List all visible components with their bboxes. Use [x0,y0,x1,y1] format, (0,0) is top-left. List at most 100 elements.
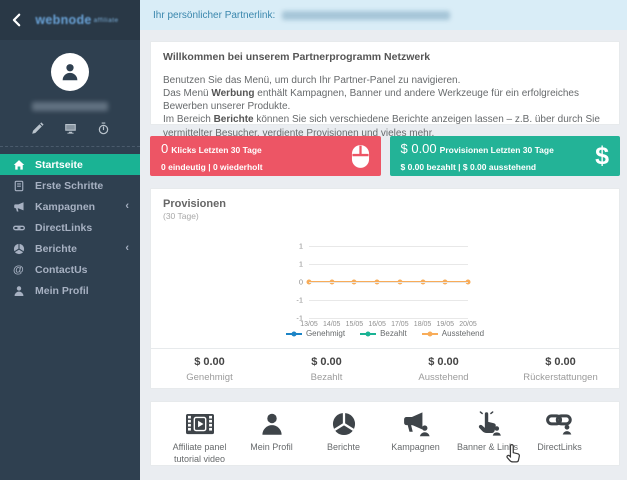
megaphone-icon [13,201,25,213]
total-value: $ 0.00 [428,355,459,368]
pencil-icon[interactable] [31,122,44,135]
avatar [51,53,89,91]
commissions-card: $ 0.00 Provisionen Letzten 30 Tage $ 0.00… [389,136,620,176]
partner-link-value-blurred[interactable] [282,10,451,20]
profile-quick-actions [0,122,140,135]
gridline [309,300,468,301]
brand-logo: webnode affiliate [35,13,119,27]
y-tick-label: 1 [298,259,303,269]
clicks-value: 0 [161,141,169,157]
shortcut-label: Affiliate panel tutorial video [172,442,227,464]
shortcut-affiliate-panel-tutorial-video[interactable]: Affiliate panel tutorial video [165,411,234,465]
y-tick-label: -1 [296,313,303,323]
legend-item-genehmigt[interactable]: Genehmigt [285,329,346,338]
total-label: Bezahlt [310,371,343,383]
sidebar-item-label: Berichte [35,242,78,255]
sidebar-menu: Startseite Erste Schritte Kampagnen ‹ Direct… [0,154,140,301]
clicks-label: Klicks Letzten 30 Tage [171,145,262,156]
username-blurred [32,102,108,111]
total-label: Rückerstattungen [523,371,598,383]
x-tick-label: 19/05 [436,321,455,328]
clicks-card: 0 Klicks Letzten 30 Tage 0 eindeutig | 0 … [150,136,381,176]
brand-suffix: affiliate [93,17,119,24]
sidebar-item-directlinks[interactable]: DirectLinks [0,217,140,238]
gridline [309,282,468,283]
legend-label: Bezahlt [380,329,407,338]
commissions-value: $ 0.00 [400,141,437,157]
sidebar-item-label: ContactUs [35,263,88,276]
chart-plot-area: 13/05 14/05 15/05 16/05 17/05 18/05 19/05 20/05… [282,242,476,329]
sidebar-item-label: Mein Profil [35,284,89,297]
legend-item-bezahlt[interactable]: Bezahlt [360,329,407,338]
shortcut-berichte[interactable]: Berichte [309,411,378,454]
hand-click-icon [474,411,502,437]
total-label: Ausstehend [418,371,469,383]
stat-cards-row: 0 Klicks Letzten 30 Tage 0 eindeutig | 0 … [150,136,620,176]
profile-section [0,40,140,147]
chart-title: Provisionen [163,198,226,210]
book-icon [13,180,25,192]
sidebar-item-contactus[interactable]: @ ContactUs [0,259,140,280]
y-tick-label: -1 [296,295,303,305]
megaphone-person-icon [402,411,430,437]
total-genehmigt: $ 0.00 Genehmigt [151,356,268,383]
sidebar-header: webnode affiliate [0,0,140,40]
total-value: $ 0.00 [194,355,225,368]
gridline [309,264,468,265]
gridline [309,246,468,247]
chevron-left-icon: ‹ [125,242,129,254]
shortcut-kampagnen[interactable]: Kampagnen [381,411,450,454]
sidebar-item-label: Kampagnen [35,200,96,213]
y-tick-label: 1 [298,241,303,251]
sidebar-item-label: Erste Schritte [35,179,104,192]
x-tick-label: 14/05 [322,321,341,328]
gridline [309,318,468,319]
sidebar-item-erste-schritte[interactable]: Erste Schritte [0,175,140,196]
main-content: Willkommen bei unserem Partnerprogramm N… [150,30,620,466]
legend-label: Genehmigt [305,329,346,338]
shortcut-directlinks[interactable]: DirectLinks [525,411,594,454]
commissions-sub: $ 0.00 bezahlt | $ 0.00 ausstehend [400,162,537,173]
x-tick-label: 15/05 [345,321,364,328]
total-label: Genehmigt [186,371,233,383]
totals-row: $ 0.00 Genehmigt $ 0.00 Bezahlt $ 0.00 Ausste… [151,349,619,389]
shortcut-label: Kampagnen [391,442,440,452]
welcome-line1: Benutzen Sie das Menü, um durch Ihr Part… [163,74,461,86]
x-tick-label: 20/05 [459,321,477,328]
legend-marker [421,331,438,336]
legend-marker [285,331,302,336]
partner-link-label: Ihr persönlicher Partnerlink: [153,9,276,21]
provisionen-chart-panel: Provisionen (30 Tage) 13/05 14/05 15/05 16/… [150,188,620,389]
chart-legend: Genehmigt Bezahlt Ausstehend [151,329,619,338]
monitor-icon[interactable] [64,122,77,135]
sidebar: webnode affiliate Startseite Erste Schritt… [0,0,140,480]
sidebar-item-kampagnen[interactable]: Kampagnen ‹ [0,196,140,217]
total-value: $ 0.00 [311,355,342,368]
pie-icon [330,411,358,437]
shortcut-label: DirectLinks [537,442,582,452]
sidebar-item-startseite[interactable]: Startseite [0,154,140,175]
back-chevron-icon[interactable] [10,13,24,27]
total-r-ckerstattungen: $ 0.00 Rückerstattungen [502,356,619,383]
stopwatch-icon[interactable] [97,122,110,135]
user-icon [258,411,286,437]
home-icon [13,159,25,171]
shortcut-label: Berichte [326,442,361,452]
total-ausstehend: $ 0.00 Ausstehend [385,356,502,383]
shortcut-label: Mein Profil [250,442,293,452]
sidebar-item-berichte[interactable]: Berichte ‹ [0,238,140,259]
shortcut-label: Banner & Links [456,442,519,452]
user-icon [60,62,80,82]
shortcut-banner-links[interactable]: Banner & Links [453,411,522,454]
links-icon [13,222,25,234]
x-tick-label: 17/05 [391,321,409,328]
welcome-line2: Das Menü Werbung enthält Kampagnen, Bann… [163,88,579,113]
sidebar-item-mein-profil[interactable]: Mein Profil [0,280,140,301]
at-icon: @ [13,263,24,276]
shortcut-mein-profil[interactable]: Mein Profil [237,411,306,454]
welcome-title: Willkommen bei unserem Partnerprogramm N… [163,51,431,63]
topbar: Ihr persönlicher Partnerlink: [140,0,627,30]
legend-item-ausstehend[interactable]: Ausstehend [421,329,484,338]
mouse-icon [351,144,370,169]
commissions-label: Provisionen Letzten 30 Tage [439,145,554,156]
